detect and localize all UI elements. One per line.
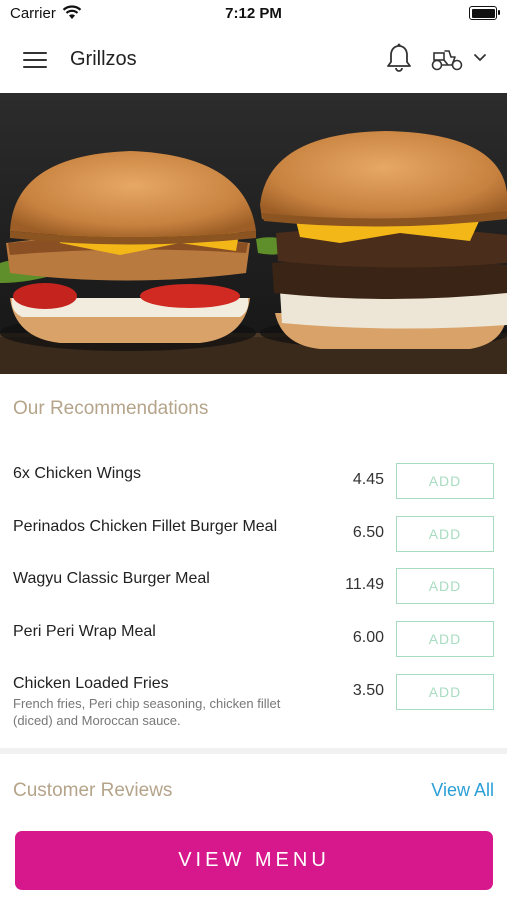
list-item: Peri Peri Wrap Meal 6.00 ADD — [0, 621, 507, 671]
right-burger — [256, 131, 507, 349]
view-menu-button[interactable]: VIEW MENU — [15, 831, 493, 890]
list-item: 6x Chicken Wings 4.45 ADD — [0, 463, 507, 513]
item-name: Perinados Chicken Fillet Burger Meal — [13, 518, 278, 535]
battery-icon — [469, 6, 500, 20]
item-price: 3.50 — [352, 682, 384, 699]
add-button[interactable]: ADD — [396, 674, 494, 710]
status-time: 7:12 PM — [225, 5, 282, 22]
add-button[interactable]: ADD — [396, 516, 494, 552]
menu-icon[interactable] — [23, 50, 47, 70]
item-price: 4.45 — [352, 471, 384, 488]
item-name: 6x Chicken Wings — [13, 465, 142, 482]
list-item: Chicken Loaded Fries French fries, Peri … — [0, 674, 507, 734]
nav-bar: Grillzos — [0, 28, 507, 92]
add-button[interactable]: ADD — [396, 463, 494, 499]
add-button[interactable]: ADD — [396, 621, 494, 657]
add-button[interactable]: ADD — [396, 568, 494, 604]
list-item: Perinados Chicken Fillet Burger Meal 6.5… — [0, 516, 507, 566]
list-item: Wagyu Classic Burger Meal 11.49 ADD — [0, 568, 507, 618]
item-name: Wagyu Classic Burger Meal — [13, 570, 210, 587]
item-price: 11.49 — [345, 576, 384, 593]
view-all-reviews-link[interactable]: View All — [431, 780, 494, 801]
page-title: Grillzos — [70, 48, 137, 70]
hero-burger-image — [0, 93, 507, 374]
section-divider — [0, 748, 507, 754]
recommendations-heading: Our Recommendations — [13, 398, 209, 419]
item-price: 6.50 — [352, 524, 384, 541]
delivery-scooter-icon[interactable] — [430, 47, 464, 71]
item-price: 6.00 — [352, 629, 384, 646]
reviews-heading: Customer Reviews — [13, 780, 173, 801]
bell-icon[interactable] — [386, 43, 412, 73]
item-name: Chicken Loaded Fries — [13, 675, 169, 692]
status-bar: Carrier 7:12 PM — [0, 0, 507, 28]
left-burger — [0, 151, 256, 351]
item-description: French fries, Peri chip seasoning, chick… — [13, 696, 281, 728]
chevron-down-icon[interactable] — [473, 52, 487, 64]
item-name: Peri Peri Wrap Meal — [13, 623, 156, 640]
